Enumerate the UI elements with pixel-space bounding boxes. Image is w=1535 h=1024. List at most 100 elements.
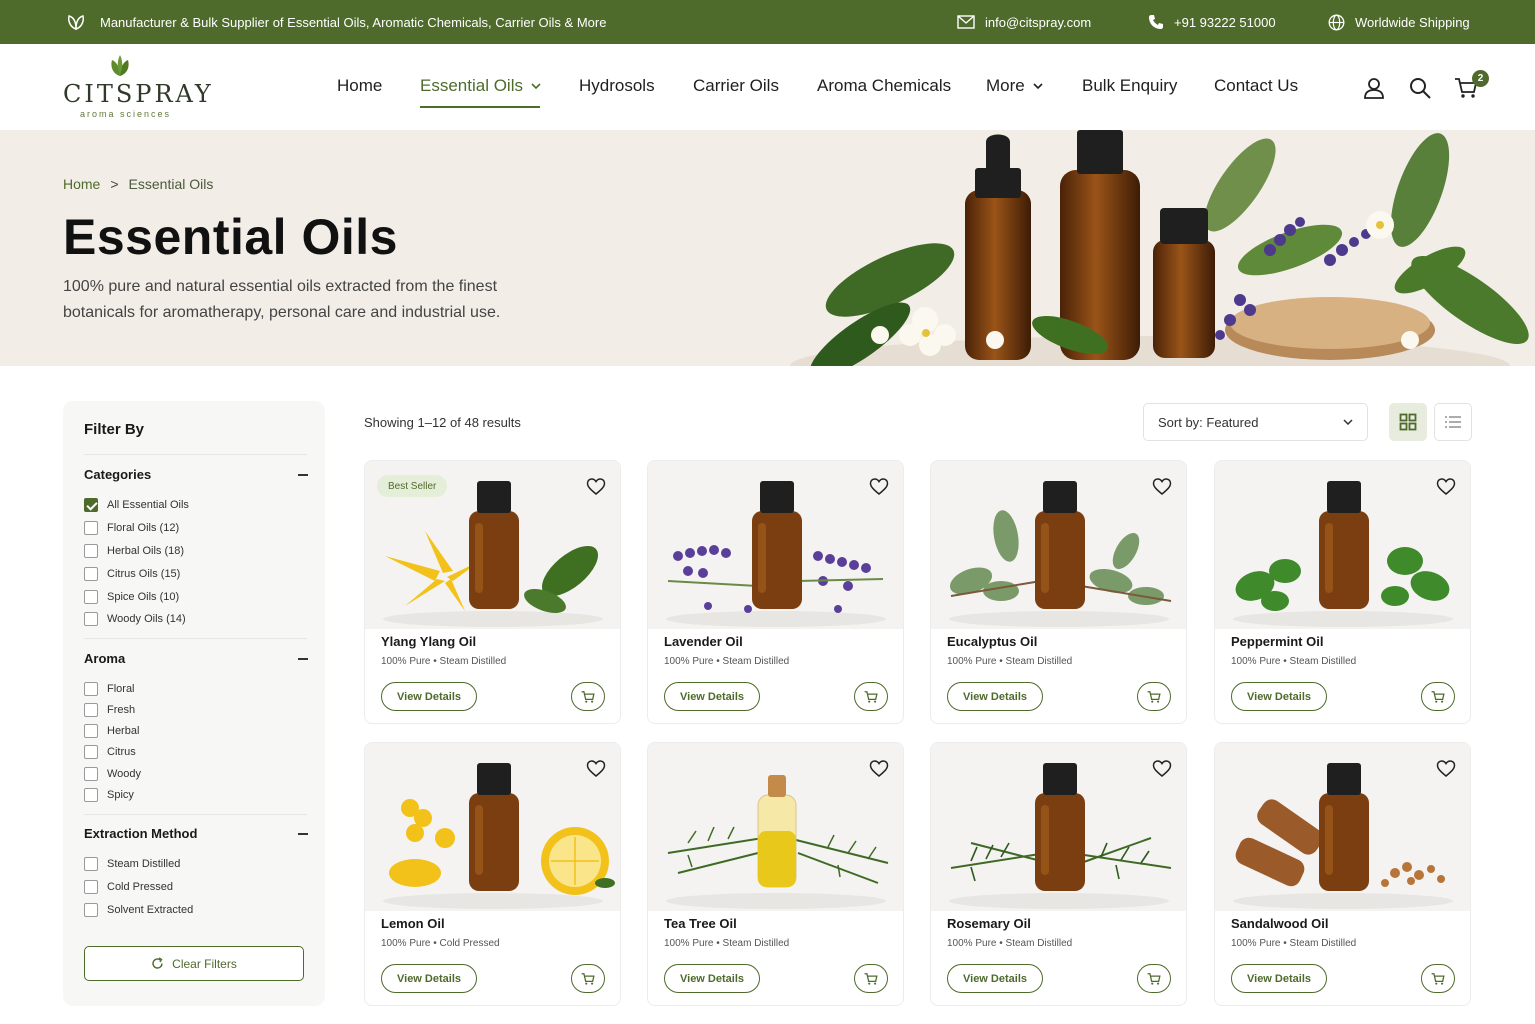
product-card[interactable]: Lemon Oil 100% Pure • Cold Pressed View De… [364,742,621,1006]
product-name[interactable]: Lavender Oil [664,634,743,649]
grid-view-button[interactable] [1389,403,1427,441]
nav-hydrosols[interactable]: Hydrosols [579,76,655,96]
user-icon[interactable] [1362,76,1386,100]
view-details-button[interactable]: View Details [664,964,760,993]
extraction-option[interactable]: Steam Distilled [84,857,180,871]
nav-carrier-oils[interactable]: Carrier Oils [693,76,779,96]
add-to-cart-button[interactable] [1421,682,1455,711]
nav-contact-us[interactable]: Contact Us [1214,76,1298,96]
product-name[interactable]: Rosemary Oil [947,916,1031,931]
checkbox[interactable] [84,590,98,604]
add-to-cart-button[interactable] [854,682,888,711]
checkbox[interactable] [84,682,98,696]
product-name[interactable]: Lemon Oil [381,916,445,931]
collapse-categories-icon[interactable] [298,474,308,476]
product-card[interactable]: Eucalyptus Oil 100% Pure • Steam Distille… [930,460,1187,724]
heart-icon[interactable] [1436,477,1456,497]
view-details-button[interactable]: View Details [381,964,477,993]
heart-icon[interactable] [1152,759,1172,779]
checkbox[interactable] [84,857,98,871]
heart-icon[interactable] [869,759,889,779]
view-details-button[interactable]: View Details [1231,964,1327,993]
collapse-extraction-icon[interactable] [298,833,308,835]
checkbox[interactable] [84,724,98,738]
nav-aroma-chemicals[interactable]: Aroma Chemicals [817,76,951,96]
view-details-button[interactable]: View Details [947,964,1043,993]
search-icon[interactable] [1408,76,1432,100]
product-card[interactable]: Lavender Oil 100% Pure • Steam Distilled V… [647,460,904,724]
add-to-cart-button[interactable] [571,682,605,711]
clear-filters-button[interactable]: Clear Filters [84,946,304,981]
checkbox[interactable] [84,880,98,894]
nav-home[interactable]: Home [337,76,382,96]
view-details-button[interactable]: View Details [381,682,477,711]
view-details-button[interactable]: View Details [1231,682,1327,711]
extraction-option[interactable]: Cold Pressed [84,880,173,894]
view-details-button[interactable]: View Details [947,682,1043,711]
list-view-button[interactable] [1434,403,1472,441]
checkbox[interactable] [84,703,98,717]
nav-more[interactable]: More [986,76,1043,96]
nav-bulk-enquiry[interactable]: Bulk Enquiry [1082,76,1177,96]
category-option[interactable]: All Essential Oils [84,498,189,512]
site-logo[interactable]: CITSPRAY aroma sciences [63,52,211,119]
product-name[interactable]: Eucalyptus Oil [947,634,1037,649]
product-name[interactable]: Sandalwood Oil [1231,916,1329,931]
product-image[interactable] [1215,743,1471,911]
product-name[interactable]: Ylang Ylang Oil [381,634,476,649]
heart-icon[interactable] [586,759,606,779]
view-details-button[interactable]: View Details [664,682,760,711]
nav-essential-oils[interactable]: Essential Oils [420,76,541,96]
product-image[interactable] [931,461,1187,629]
add-to-cart-button[interactable] [1137,964,1171,993]
checkbox[interactable] [84,612,98,626]
product-card[interactable]: Rosemary Oil 100% Pure • Steam Distilled V… [930,742,1187,1006]
aroma-option[interactable]: Floral [84,682,135,696]
category-option[interactable]: Woody Oils (14) [84,612,186,626]
heart-icon[interactable] [1152,477,1172,497]
add-to-cart-button[interactable] [854,964,888,993]
checkbox[interactable] [84,745,98,759]
aroma-option[interactable]: Woody [84,767,141,781]
breadcrumb-home[interactable]: Home [63,176,100,192]
heart-icon[interactable] [1436,759,1456,779]
product-image[interactable] [931,743,1187,911]
aroma-option[interactable]: Citrus [84,745,136,759]
product-name[interactable]: Peppermint Oil [1231,634,1323,649]
categories-heading[interactable]: Categories [84,467,151,482]
checkbox[interactable] [84,567,98,581]
aroma-option[interactable]: Spicy [84,788,134,802]
checkbox[interactable] [84,521,98,535]
product-name[interactable]: Tea Tree Oil [664,916,737,931]
product-card[interactable]: Best Seller Ylang Ylang Oil 100% Pure • St… [364,460,621,724]
category-option[interactable]: Citrus Oils (15) [84,567,180,581]
checkbox-checked[interactable] [84,498,98,512]
add-to-cart-button[interactable] [1137,682,1171,711]
extraction-option[interactable]: Solvent Extracted [84,903,193,917]
category-option[interactable]: Herbal Oils (18) [84,544,184,558]
aroma-option[interactable]: Fresh [84,703,135,717]
aroma-heading[interactable]: Aroma [84,651,125,666]
category-option[interactable]: Spice Oils (10) [84,590,179,604]
product-image[interactable] [1215,461,1471,629]
checkbox[interactable] [84,788,98,802]
aroma-option[interactable]: Herbal [84,724,139,738]
heart-icon[interactable] [869,477,889,497]
checkbox[interactable] [84,903,98,917]
add-to-cart-button[interactable] [1421,964,1455,993]
extraction-heading[interactable]: Extraction Method [84,826,197,841]
collapse-aroma-icon[interactable] [298,658,308,660]
product-image[interactable] [648,461,904,629]
add-to-cart-button[interactable] [571,964,605,993]
email-link[interactable]: info@citspray.com [957,0,1091,44]
product-image[interactable] [648,743,904,911]
category-option[interactable]: Floral Oils (12) [84,521,179,535]
checkbox[interactable] [84,767,98,781]
phone-link[interactable]: +91 93222 51000 [1148,0,1276,44]
checkbox[interactable] [84,544,98,558]
product-card[interactable]: Peppermint Oil 100% Pure • Steam Distille… [1214,460,1471,724]
product-card[interactable]: Tea Tree Oil 100% Pure • Steam Distilled V… [647,742,904,1006]
product-image[interactable] [365,743,621,911]
sort-select[interactable]: Sort by: Featured [1143,403,1368,441]
heart-icon[interactable] [586,477,606,497]
